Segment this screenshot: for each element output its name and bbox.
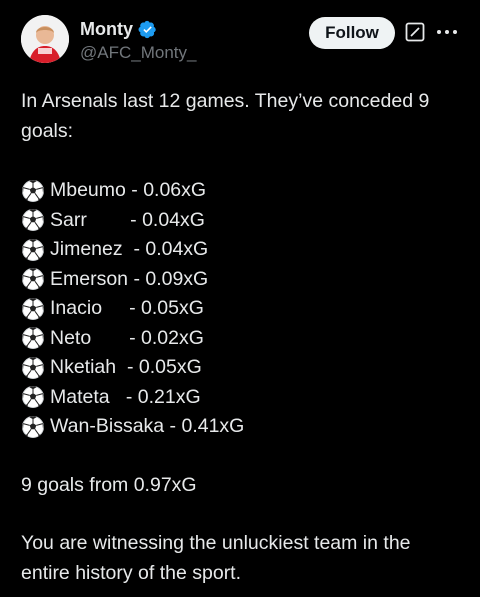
tweet-text: In Arsenals last 12 games. They’ve conce…: [21, 87, 461, 588]
xg-item-text: Wan-Bissaka - 0.41xG: [50, 415, 245, 437]
soccer-ball-icon: [21, 267, 45, 291]
xg-list-item: Jimenez - 0.04xG: [21, 235, 461, 265]
soccer-ball-icon: [21, 297, 45, 321]
tweet-closing: You are witnessing the unluckiest team i…: [21, 532, 411, 584]
soccer-ball-icon: [21, 208, 45, 232]
xg-item-text: Nketiah - 0.05xG: [50, 356, 202, 378]
grok-icon[interactable]: [405, 22, 425, 42]
tweet-intro: In Arsenals last 12 games. They’ve conce…: [21, 90, 430, 142]
xg-list-item: Wan-Bissaka - 0.41xG: [21, 412, 461, 442]
xg-item-text: Mbeumo - 0.06xG: [50, 179, 207, 201]
xg-list: Mbeumo - 0.06xG Sarr - 0.04xG Jimenez - 0.…: [21, 176, 461, 442]
author-handle[interactable]: @AFC_Monty_: [80, 43, 196, 63]
display-name[interactable]: Monty: [80, 19, 133, 40]
verified-badge-icon: [138, 20, 156, 39]
author-name-row: Monty: [80, 19, 157, 40]
xg-item-text: Inacio - 0.05xG: [50, 297, 204, 319]
follow-button[interactable]: Follow: [309, 17, 395, 49]
person-in-red-kit-avatar-icon: [21, 15, 69, 63]
soccer-ball-icon: [21, 326, 45, 350]
avatar[interactable]: [21, 15, 69, 63]
soccer-ball-icon: [21, 179, 45, 203]
xg-item-text: Mateta - 0.21xG: [50, 385, 201, 408]
xg-item-text: Neto - 0.02xG: [50, 326, 204, 349]
more-dots-icon[interactable]: [436, 27, 458, 37]
xg-list-item: Emerson - 0.09xG: [21, 265, 461, 295]
xg-item-text: Emerson - 0.09xG: [50, 267, 209, 290]
tweet-summary: 9 goals from 0.97xG: [21, 473, 197, 496]
xg-item-text: Jimenez - 0.04xG: [50, 238, 209, 260]
soccer-ball-icon: [21, 356, 45, 380]
xg-list-item: Nketiah - 0.05xG: [21, 353, 461, 383]
soccer-ball-icon: [21, 415, 45, 439]
xg-list-item: Mateta - 0.21xG: [21, 383, 461, 413]
xg-list-item: Inacio - 0.05xG: [21, 294, 461, 324]
soccer-ball-icon: [21, 238, 45, 262]
xg-list-item: Neto - 0.02xG: [21, 324, 461, 354]
soccer-ball-icon: [21, 385, 45, 409]
xg-list-item: Mbeumo - 0.06xG: [21, 176, 461, 206]
xg-list-item: Sarr - 0.04xG: [21, 206, 461, 236]
xg-item-text: Sarr - 0.04xG: [50, 208, 205, 231]
